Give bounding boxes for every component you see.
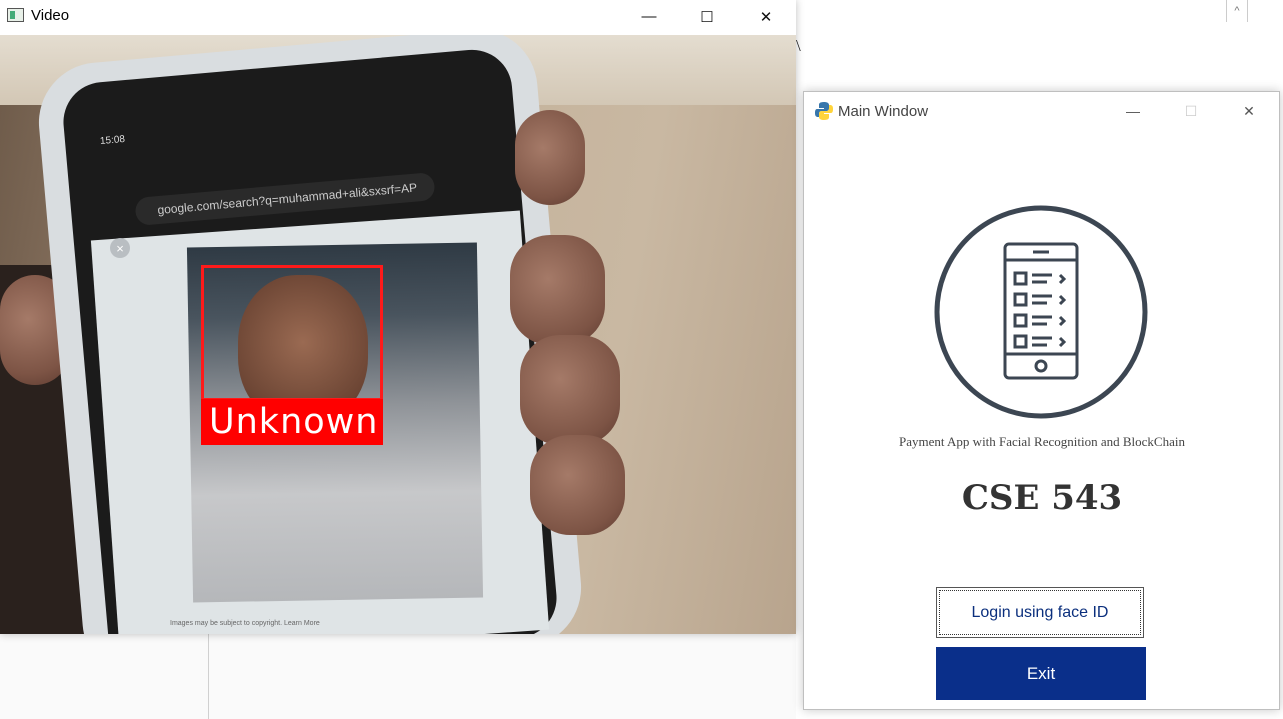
main-window: Main Window — ☐ ✕ Payment App with Facia… xyxy=(803,91,1280,710)
face-detection-box xyxy=(201,265,383,401)
finger-1 xyxy=(515,110,585,205)
doc-fragment: \ xyxy=(796,36,801,55)
main-window-title: Main Window xyxy=(838,103,929,120)
login-face-id-button[interactable]: Login using face ID xyxy=(936,587,1144,638)
mobile-payment-logo-icon xyxy=(934,205,1148,419)
finger-2 xyxy=(510,235,605,345)
finger-3 xyxy=(520,335,620,445)
maximize-button[interactable]: ☐ xyxy=(678,0,736,33)
main-title-bar[interactable]: Main Window — ☐ ✕ xyxy=(804,92,1279,130)
close-button[interactable]: ✕ xyxy=(737,0,795,33)
scroll-up-button[interactable]: ^ xyxy=(1226,0,1248,22)
course-title: CSE 543 xyxy=(961,478,1123,518)
video-window-title: Video xyxy=(31,7,70,24)
face-label: Unknown xyxy=(201,399,383,445)
minimize-button[interactable]: — xyxy=(620,0,678,33)
copyright-note: Images may be subject to copyright. Lear… xyxy=(170,620,320,627)
app-subtitle: Payment App with Facial Recognition and … xyxy=(899,434,1185,449)
video-window: Video — ☐ ✕ 15:08 google.com/search?q=mu… xyxy=(0,0,796,634)
divider xyxy=(208,634,209,719)
exit-button[interactable]: Exit xyxy=(936,647,1146,700)
python-icon xyxy=(815,102,833,120)
video-feed: 15:08 google.com/search?q=muhammad+ali&s… xyxy=(0,35,796,634)
main-close-button[interactable]: ✕ xyxy=(1220,92,1278,130)
app-icon xyxy=(7,8,24,22)
phone-status-bar: 15:08 xyxy=(99,133,126,148)
finger-4 xyxy=(530,435,625,535)
phone-close-icon: × xyxy=(110,238,130,258)
video-title-bar[interactable]: Video — ☐ ✕ xyxy=(0,0,796,35)
main-minimize-button[interactable]: — xyxy=(1104,92,1162,130)
main-maximize-button[interactable]: ☐ xyxy=(1162,92,1220,130)
background-panel xyxy=(0,634,796,719)
